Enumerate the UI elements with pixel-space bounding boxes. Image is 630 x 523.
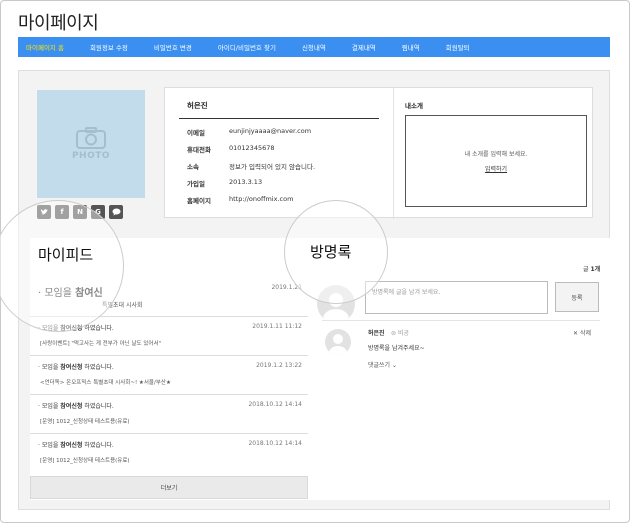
feed-item: · 모임을 참여신청 하였습니다. 2018.10.12 14:14 [운영] … bbox=[30, 394, 308, 433]
comment-avatar bbox=[325, 329, 351, 355]
profile-value: eunjinjyaaaa@naver.com bbox=[229, 127, 312, 135]
divider bbox=[393, 88, 394, 219]
chevron-down-icon: ⌄ bbox=[390, 362, 398, 369]
comment-privacy: ⊜ 비공 bbox=[391, 330, 409, 337]
reply-button[interactable]: 댓글쓰기 ⌄ bbox=[368, 360, 397, 369]
feed-item-time: 2018.10.12 14:14 bbox=[248, 440, 302, 447]
feed-item-time: 2019.1.11 11:12 bbox=[252, 323, 302, 330]
profile-row-email: 이메일 eunjinjyaaaa@naver.com bbox=[187, 127, 311, 137]
profile-row-affiliation: 소속 정보가 입력되어 있지 않습니다. bbox=[187, 161, 315, 171]
nav-item-home[interactable]: 마이페이지 홈 bbox=[26, 42, 64, 52]
guestbook-input[interactable]: 방명록에 글을 남겨 보세요. bbox=[365, 281, 548, 314]
profile-label: 소속 bbox=[187, 163, 199, 171]
more-button[interactable]: 더보기 bbox=[30, 476, 308, 499]
comment-author: 허은진 bbox=[368, 330, 385, 337]
profile-name: 허은진 bbox=[187, 101, 208, 110]
profile-value[interactable]: http://onoffmix.com bbox=[229, 195, 293, 205]
feed-item-text: · 모임을 참여신청 하였습니다. bbox=[38, 403, 114, 410]
profile-value: 2013.3.13 bbox=[229, 178, 263, 186]
profile-label: 홈페이지 bbox=[187, 197, 211, 205]
divider bbox=[179, 118, 379, 119]
divider bbox=[322, 320, 600, 321]
feed-item-time: 2019.1.2 13:22 bbox=[256, 362, 302, 369]
feed-item: · 모임을 참여신청 하였습니다. 2018.10.12 14:14 [운영] … bbox=[30, 433, 308, 472]
profile-value: 정보가 입력되어 있지 않습니다. bbox=[229, 163, 316, 171]
feed-item: · 모임을 참여신청 하였습니다. 2019.1.2 13:22 <언더독> 온… bbox=[30, 355, 308, 394]
nav-bar: 마이페이지 홈 회원정보 수정 비밀번호 변경 아이디/비밀번호 찾기 신청내역… bbox=[18, 37, 610, 57]
message-icon[interactable] bbox=[109, 205, 123, 219]
intro-placeholder: 내 소개를 입력해 보세요. bbox=[464, 151, 528, 158]
nav-item-withdraw[interactable]: 회원탈퇴 bbox=[446, 42, 470, 52]
photo-label: PHOTO bbox=[71, 151, 111, 161]
profile-row-joined: 가입일 2013.3.13 bbox=[187, 178, 262, 188]
profile-card: 허은진 이메일 eunjinjyaaaa@naver.com 휴대전화 0101… bbox=[164, 87, 593, 219]
guestbook-title: 방명록 bbox=[310, 243, 352, 261]
comment-text: 방명록을 남겨주세요~ bbox=[368, 345, 425, 352]
close-icon: ✕ bbox=[573, 330, 580, 337]
feed-item-link[interactable]: <언더독> 온오프믹스 특별초대 시사회~! ★서울/부산★ bbox=[40, 378, 171, 386]
lock-icon: ⊜ bbox=[391, 330, 398, 337]
feed-item-text: · 모임을 참여신청 하였습니다. bbox=[38, 364, 114, 371]
profile-label: 이메일 bbox=[187, 129, 205, 137]
guestbook-count: 글 1개 bbox=[583, 266, 601, 273]
feed-item-link[interactable]: [운영] 1012_신청상태 테스트용(유료) bbox=[40, 456, 130, 464]
feed-item-time: 2018.10.12 14:14 bbox=[248, 401, 302, 408]
intro-box: 내 소개를 입력해 보세요. 입력하기 bbox=[405, 115, 587, 207]
nav-item-find-account[interactable]: 아이디/비밀번호 찾기 bbox=[218, 42, 276, 52]
nav-item-wishlist[interactable]: 찜내역 bbox=[402, 42, 420, 52]
camera-icon bbox=[76, 127, 106, 149]
intro-input-link[interactable]: 입력하기 bbox=[485, 164, 507, 173]
feed-item-link[interactable]: [운영] 1012_신청상태 테스트용(유료) bbox=[40, 417, 130, 425]
profile-label: 휴대전화 bbox=[187, 146, 211, 154]
nav-item-change-password[interactable]: 비밀번호 변경 bbox=[154, 42, 192, 52]
user-icon bbox=[329, 334, 347, 355]
delete-button[interactable]: ✕ 삭제 bbox=[573, 328, 591, 337]
profile-row-homepage: 홈페이지 http://onoffmix.com bbox=[187, 195, 293, 205]
profile-row-phone: 휴대전화 01012345678 bbox=[187, 144, 275, 154]
intro-title: 내소개 bbox=[405, 102, 423, 110]
feed-item-text: · 모임을 참여신청 하였습니다. bbox=[38, 442, 114, 449]
feed-title: 마이피드 bbox=[38, 246, 94, 264]
profile-photo[interactable]: PHOTO bbox=[37, 90, 145, 198]
nav-item-edit-profile[interactable]: 회원정보 수정 bbox=[90, 42, 128, 52]
page-title: 마이페이지 bbox=[18, 13, 99, 34]
submit-button[interactable]: 등록 bbox=[555, 282, 599, 312]
feed-item-link[interactable]: [사랑이벤트] "먹고사는 게 전부가 아닌 날도 있어서" bbox=[40, 339, 161, 347]
profile-label: 가입일 bbox=[187, 180, 205, 188]
profile-value: 01012345678 bbox=[229, 144, 275, 152]
nav-item-payments[interactable]: 결제내역 bbox=[352, 42, 376, 52]
nav-item-applications[interactable]: 신청내역 bbox=[302, 42, 326, 52]
